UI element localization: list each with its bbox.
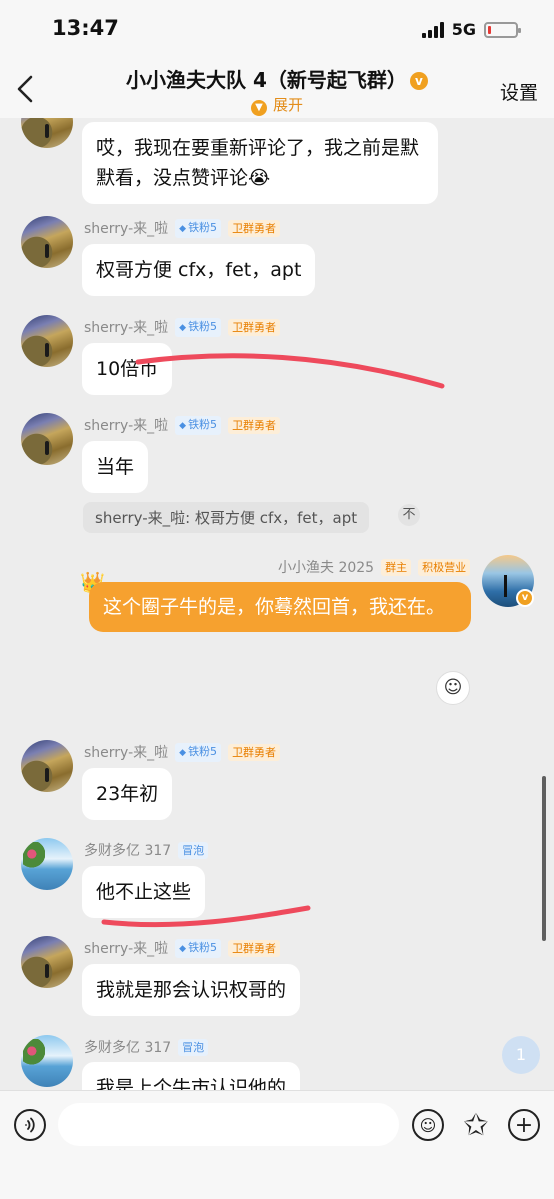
message-text: 这个圈子牛的是，你蓦然回首，我还在。 (103, 596, 446, 618)
status-time: 13:47 (52, 16, 119, 40)
settings-button[interactable]: 设置 (500, 78, 538, 105)
group-title-text: 小小渔夫大队 4（新号起飞群） (126, 68, 407, 92)
network-type: 5G (451, 20, 476, 39)
message-meta: sherry-来_啦 铁粉5 卫群勇者 (84, 938, 281, 958)
member-title-badge: 冒泡 (178, 1038, 209, 1056)
member-title-badge: 卫群勇者 (228, 318, 281, 336)
message-bubble[interactable]: 当年 (82, 441, 149, 493)
fan-level-badge: 铁粉5 (175, 742, 222, 762)
message-text: 我就是那会认识权哥的 (96, 979, 287, 1001)
expand-toggle[interactable]: ▼ 展开 (0, 94, 554, 116)
avatar[interactable] (21, 315, 73, 367)
sender-name: sherry-来_啦 (84, 745, 169, 761)
message-text: 哎，我现在要重新评论了，我之前是默默看，没点赞评论😭 (96, 137, 420, 189)
emoji-icon[interactable]: ☺ (412, 1109, 444, 1141)
voice-icon[interactable] (14, 1109, 46, 1141)
avatar[interactable] (21, 216, 73, 268)
message-text: 10倍币 (96, 358, 159, 380)
member-title-badge: 卫群勇者 (228, 939, 281, 957)
member-title-badge: 卫群勇者 (228, 743, 281, 761)
sender-name: sherry-来_啦 (84, 320, 169, 336)
group-title[interactable]: 小小渔夫大队 4（新号起飞群） v (0, 64, 554, 93)
message-bubble[interactable]: 哎，我现在要重新评论了，我之前是默默看，没点赞评论😭 (82, 122, 438, 204)
message-bubble-own[interactable]: 这个圈子牛的是，你蓦然回首，我还在。 (89, 582, 471, 632)
sender-name: 多财多亿 317 (84, 843, 172, 859)
message-text: 我是上个牛市认识他的 (96, 1077, 287, 1090)
message-meta: sherry-来_啦 铁粉5 卫群勇者 (84, 742, 281, 762)
message-bubble[interactable]: 权哥方便 cfx，fet，apt (82, 244, 316, 296)
sender-name: sherry-来_啦 (84, 941, 169, 957)
message-list[interactable]: 哎，我现在要重新评论了，我之前是默默看，没点赞评论😭 sherry-来_啦 铁粉… (0, 118, 554, 1090)
avatar[interactable] (21, 740, 73, 792)
avatar[interactable] (21, 118, 73, 148)
avatar[interactable] (21, 413, 73, 465)
sticker-icon[interactable]: ✩ (460, 1108, 492, 1143)
fan-level-badge: 铁粉5 (175, 317, 222, 337)
status-indicators: 5G (421, 20, 521, 39)
message-text: 当年 (96, 456, 135, 478)
message-text: 他不止这些 (96, 881, 192, 903)
verified-badge-icon: v (409, 72, 428, 90)
chat-header: 小小渔夫大队 4（新号起飞群） v ▼ 展开 设置 (0, 62, 554, 118)
sender-name: 多财多亿 317 (84, 1040, 172, 1056)
member-title-badge: 积极营业 (418, 558, 471, 576)
status-bar: 13:47 5G (0, 0, 554, 62)
chevron-down-icon: ▼ (250, 100, 267, 116)
message-bubble[interactable]: 10倍币 (82, 343, 173, 395)
quoted-message[interactable]: sherry-来_啦: 权哥方便 cfx，fet，apt (83, 502, 370, 533)
unread-count-badge[interactable]: 1 (502, 1036, 540, 1074)
sender-name: 小小渔夫 2025 (278, 560, 375, 576)
fan-level-badge: 铁粉5 (175, 415, 222, 435)
member-title-badge: 卫群勇者 (228, 416, 281, 434)
message-bubble[interactable]: 我是上个牛市认识他的 (82, 1062, 301, 1090)
avatar[interactable] (21, 936, 73, 988)
plus-icon[interactable]: + (508, 1109, 540, 1141)
message-meta: 小小渔夫 2025 群主 积极营业 (278, 557, 471, 577)
member-title-badge: 冒泡 (178, 841, 209, 859)
message-meta: 多财多亿 317 冒泡 (84, 840, 209, 860)
message-bubble[interactable]: 他不止这些 (82, 866, 206, 918)
message-meta: sherry-来_啦 铁粉5 卫群勇者 (84, 415, 281, 435)
add-reaction-icon[interactable]: ☺ (436, 671, 470, 705)
quote-jump-icon[interactable]: 不 (398, 504, 420, 526)
fan-level-badge: 铁粉5 (175, 938, 222, 958)
signal-icon (421, 21, 444, 38)
fan-level-badge: 铁粉5 (175, 218, 222, 238)
member-title-badge: 卫群勇者 (228, 219, 281, 237)
message-bubble[interactable]: 23年初 (82, 768, 173, 820)
message-input[interactable] (58, 1103, 399, 1146)
battery-icon (484, 21, 521, 38)
group-owner-badge: 群主 (381, 558, 412, 576)
message-text: 权哥方便 cfx，fet，apt (96, 259, 302, 281)
message-meta: 多财多亿 317 冒泡 (84, 1037, 209, 1057)
message-text: 23年初 (96, 783, 159, 805)
quoted-text: sherry-来_啦: 权哥方便 cfx，fet，apt (95, 509, 358, 527)
verified-badge-icon: v (516, 589, 534, 607)
scrollbar[interactable] (542, 776, 546, 941)
expand-label: 展开 (272, 96, 303, 114)
input-bar: ☺ ✩ + (0, 1090, 554, 1199)
message-meta: sherry-来_啦 铁粉5 卫群勇者 (84, 317, 281, 337)
sender-name: sherry-来_啦 (84, 418, 169, 434)
battery-level (488, 25, 491, 34)
avatar[interactable] (21, 1035, 73, 1087)
message-bubble[interactable]: 我就是那会认识权哥的 (82, 964, 301, 1016)
message-meta: sherry-来_啦 铁粉5 卫群勇者 (84, 218, 281, 238)
sender-name: sherry-来_啦 (84, 221, 169, 237)
avatar[interactable] (21, 838, 73, 890)
